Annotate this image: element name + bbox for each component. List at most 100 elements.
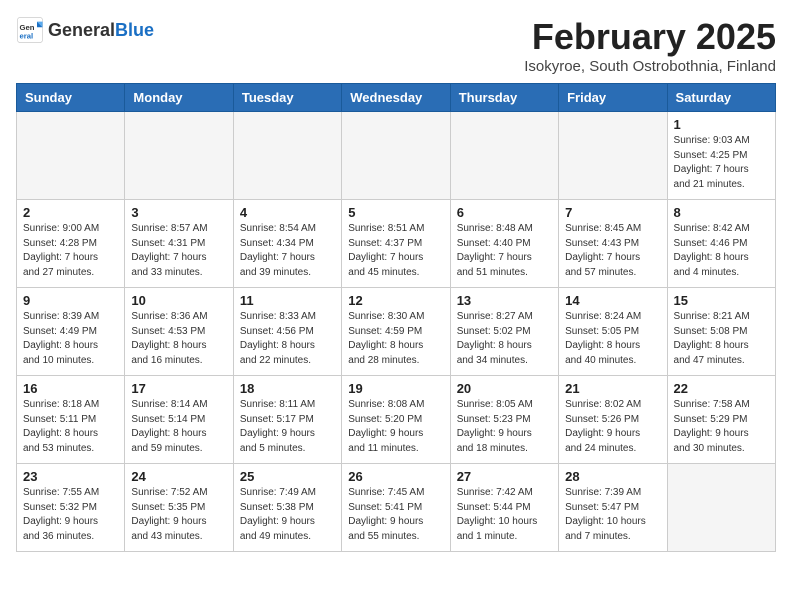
day-number: 8 bbox=[674, 205, 769, 220]
logo-general: General bbox=[48, 20, 115, 40]
day-number: 22 bbox=[674, 381, 769, 396]
day-cell bbox=[559, 112, 667, 200]
day-cell: 16 Sunrise: 8:18 AM Sunset: 5:11 PM Dayli… bbox=[17, 376, 125, 464]
day-cell: 9 Sunrise: 8:39 AM Sunset: 4:49 PM Daylig… bbox=[17, 288, 125, 376]
day-cell bbox=[125, 112, 233, 200]
day-info: Sunrise: 8:11 AM Sunset: 5:17 PM Dayligh… bbox=[240, 398, 335, 456]
week-row-4: 16 Sunrise: 8:18 AM Sunset: 5:11 PM Dayli… bbox=[17, 376, 776, 464]
logo-text: GeneralBlue bbox=[48, 20, 154, 41]
day-info: Sunrise: 8:57 AM Sunset: 4:31 PM Dayligh… bbox=[131, 222, 226, 280]
day-info: Sunrise: 7:49 AM Sunset: 5:38 PM Dayligh… bbox=[240, 486, 335, 544]
day-number: 12 bbox=[348, 293, 443, 308]
day-info: Sunrise: 9:00 AM Sunset: 4:28 PM Dayligh… bbox=[23, 222, 118, 280]
day-number: 2 bbox=[23, 205, 118, 220]
day-number: 23 bbox=[23, 469, 118, 484]
day-cell: 23 Sunrise: 7:55 AM Sunset: 5:32 PM Dayli… bbox=[17, 464, 125, 552]
day-number: 20 bbox=[457, 381, 552, 396]
day-info: Sunrise: 8:05 AM Sunset: 5:23 PM Dayligh… bbox=[457, 398, 552, 456]
week-row-1: 1 Sunrise: 9:03 AM Sunset: 4:25 PM Daylig… bbox=[17, 112, 776, 200]
day-info: Sunrise: 7:52 AM Sunset: 5:35 PM Dayligh… bbox=[131, 486, 226, 544]
day-number: 15 bbox=[674, 293, 769, 308]
day-info: Sunrise: 8:30 AM Sunset: 4:59 PM Dayligh… bbox=[348, 310, 443, 368]
weekday-header-saturday: Saturday bbox=[667, 84, 775, 112]
day-cell: 3 Sunrise: 8:57 AM Sunset: 4:31 PM Daylig… bbox=[125, 200, 233, 288]
day-info: Sunrise: 8:54 AM Sunset: 4:34 PM Dayligh… bbox=[240, 222, 335, 280]
day-cell: 22Sunrise: 7:58 AM Sunset: 5:29 PM Dayli… bbox=[667, 376, 775, 464]
day-cell: 4 Sunrise: 8:54 AM Sunset: 4:34 PM Daylig… bbox=[233, 200, 341, 288]
day-number: 11 bbox=[240, 293, 335, 308]
day-number: 10 bbox=[131, 293, 226, 308]
day-info: Sunrise: 8:42 AM Sunset: 4:46 PM Dayligh… bbox=[674, 222, 769, 280]
day-number: 19 bbox=[348, 381, 443, 396]
day-number: 1 bbox=[674, 117, 769, 132]
location-title: Isokyroe, South Ostrobothnia, Finland bbox=[524, 58, 776, 75]
day-number: 16 bbox=[23, 381, 118, 396]
day-cell: 13Sunrise: 8:27 AM Sunset: 5:02 PM Dayli… bbox=[450, 288, 558, 376]
weekday-header-friday: Friday bbox=[559, 84, 667, 112]
day-cell: 21 Sunrise: 8:02 AM Sunset: 5:26 PM Dayli… bbox=[559, 376, 667, 464]
day-info: Sunrise: 9:03 AM Sunset: 4:25 PM Dayligh… bbox=[674, 134, 769, 192]
day-number: 5 bbox=[348, 205, 443, 220]
day-info: Sunrise: 8:21 AM Sunset: 5:08 PM Dayligh… bbox=[674, 310, 769, 368]
weekday-header-wednesday: Wednesday bbox=[342, 84, 450, 112]
day-info: Sunrise: 8:48 AM Sunset: 4:40 PM Dayligh… bbox=[457, 222, 552, 280]
day-number: 24 bbox=[131, 469, 226, 484]
month-title: February 2025 bbox=[524, 16, 776, 58]
day-cell: 7 Sunrise: 8:45 AM Sunset: 4:43 PM Daylig… bbox=[559, 200, 667, 288]
day-number: 28 bbox=[565, 469, 660, 484]
day-cell: 20 Sunrise: 8:05 AM Sunset: 5:23 PM Dayli… bbox=[450, 376, 558, 464]
day-info: Sunrise: 8:02 AM Sunset: 5:26 PM Dayligh… bbox=[565, 398, 660, 456]
day-info: Sunrise: 8:51 AM Sunset: 4:37 PM Dayligh… bbox=[348, 222, 443, 280]
day-info: Sunrise: 8:14 AM Sunset: 5:14 PM Dayligh… bbox=[131, 398, 226, 456]
day-cell: 28Sunrise: 7:39 AM Sunset: 5:47 PM Dayli… bbox=[559, 464, 667, 552]
day-cell: 27 Sunrise: 7:42 AM Sunset: 5:44 PM Dayli… bbox=[450, 464, 558, 552]
weekday-header-thursday: Thursday bbox=[450, 84, 558, 112]
day-number: 9 bbox=[23, 293, 118, 308]
weekday-header-tuesday: Tuesday bbox=[233, 84, 341, 112]
day-cell: 25 Sunrise: 7:49 AM Sunset: 5:38 PM Dayli… bbox=[233, 464, 341, 552]
week-row-5: 23 Sunrise: 7:55 AM Sunset: 5:32 PM Dayli… bbox=[17, 464, 776, 552]
day-number: 25 bbox=[240, 469, 335, 484]
day-number: 3 bbox=[131, 205, 226, 220]
day-cell: 5 Sunrise: 8:51 AM Sunset: 4:37 PM Daylig… bbox=[342, 200, 450, 288]
day-cell: 8 Sunrise: 8:42 AM Sunset: 4:46 PM Daylig… bbox=[667, 200, 775, 288]
day-info: Sunrise: 8:36 AM Sunset: 4:53 PM Dayligh… bbox=[131, 310, 226, 368]
day-info: Sunrise: 8:45 AM Sunset: 4:43 PM Dayligh… bbox=[565, 222, 660, 280]
weekday-header-row: SundayMondayTuesdayWednesdayThursdayFrid… bbox=[17, 84, 776, 112]
day-cell: 24 Sunrise: 7:52 AM Sunset: 5:35 PM Dayli… bbox=[125, 464, 233, 552]
day-cell bbox=[450, 112, 558, 200]
day-info: Sunrise: 8:18 AM Sunset: 5:11 PM Dayligh… bbox=[23, 398, 118, 456]
calendar: SundayMondayTuesdayWednesdayThursdayFrid… bbox=[16, 83, 776, 552]
logo-icon: Gen eral bbox=[16, 16, 44, 44]
svg-text:eral: eral bbox=[20, 31, 34, 40]
day-cell: 11Sunrise: 8:33 AM Sunset: 4:56 PM Dayli… bbox=[233, 288, 341, 376]
weekday-header-monday: Monday bbox=[125, 84, 233, 112]
day-cell bbox=[17, 112, 125, 200]
day-cell: 1 Sunrise: 9:03 AM Sunset: 4:25 PM Daylig… bbox=[667, 112, 775, 200]
day-number: 18 bbox=[240, 381, 335, 396]
day-number: 26 bbox=[348, 469, 443, 484]
day-number: 17 bbox=[131, 381, 226, 396]
week-row-3: 9 Sunrise: 8:39 AM Sunset: 4:49 PM Daylig… bbox=[17, 288, 776, 376]
day-number: 6 bbox=[457, 205, 552, 220]
day-cell bbox=[342, 112, 450, 200]
day-cell: 18 Sunrise: 8:11 AM Sunset: 5:17 PM Dayli… bbox=[233, 376, 341, 464]
day-cell bbox=[667, 464, 775, 552]
day-info: Sunrise: 8:27 AM Sunset: 5:02 PM Dayligh… bbox=[457, 310, 552, 368]
day-info: Sunrise: 7:45 AM Sunset: 5:41 PM Dayligh… bbox=[348, 486, 443, 544]
day-info: Sunrise: 8:39 AM Sunset: 4:49 PM Dayligh… bbox=[23, 310, 118, 368]
svg-text:Gen: Gen bbox=[20, 23, 35, 32]
day-cell: 15 Sunrise: 8:21 AM Sunset: 5:08 PM Dayli… bbox=[667, 288, 775, 376]
day-number: 21 bbox=[565, 381, 660, 396]
day-cell: 14Sunrise: 8:24 AM Sunset: 5:05 PM Dayli… bbox=[559, 288, 667, 376]
day-number: 27 bbox=[457, 469, 552, 484]
week-row-2: 2 Sunrise: 9:00 AM Sunset: 4:28 PM Daylig… bbox=[17, 200, 776, 288]
page-header: Gen eral GeneralBlue February 2025 Isoky… bbox=[16, 16, 776, 75]
day-cell: 10 Sunrise: 8:36 AM Sunset: 4:53 PM Dayli… bbox=[125, 288, 233, 376]
day-number: 4 bbox=[240, 205, 335, 220]
day-info: Sunrise: 7:55 AM Sunset: 5:32 PM Dayligh… bbox=[23, 486, 118, 544]
day-number: 7 bbox=[565, 205, 660, 220]
day-cell: 6 Sunrise: 8:48 AM Sunset: 4:40 PM Daylig… bbox=[450, 200, 558, 288]
logo-blue: Blue bbox=[115, 20, 154, 40]
day-info: Sunrise: 7:42 AM Sunset: 5:44 PM Dayligh… bbox=[457, 486, 552, 544]
